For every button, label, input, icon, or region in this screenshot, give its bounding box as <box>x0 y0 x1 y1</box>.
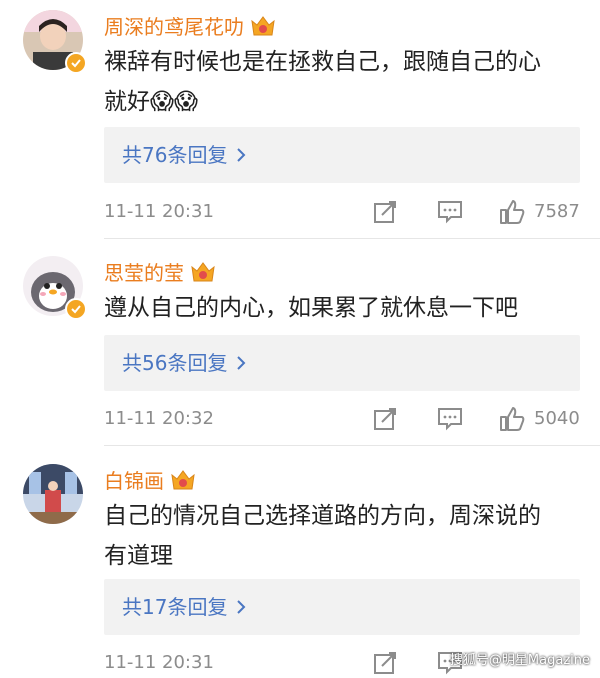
share-icon[interactable] <box>372 650 398 676</box>
comment-meta-1: 11-11 20:31 7587 <box>104 197 584 227</box>
comment-meta-2: 11-11 20:32 5040 <box>104 404 584 434</box>
comment-text-line: 就好😱😱 <box>104 89 198 115</box>
comment-text-line: 自己的情况自己选择道路的方向，周深说的 <box>104 503 541 529</box>
chevron-right-icon <box>237 356 246 370</box>
reply-count-label[interactable]: 共76条回复 <box>122 127 227 183</box>
divider <box>104 238 600 239</box>
username-2[interactable]: 思莹的莹 <box>104 257 216 286</box>
verified-badge-icon <box>65 52 87 74</box>
reply-box-1[interactable]: 共76条回复 <box>104 127 580 183</box>
reply-count-label[interactable]: 共56条回复 <box>122 335 227 391</box>
divider <box>104 445 600 446</box>
comment-text-1: 裸辞有时候也是在拯救自己，跟随自己的心 就好😱😱 <box>104 42 584 122</box>
view-replies-link[interactable]: 共56条回复 <box>122 335 247 391</box>
verified-badge-icon <box>65 298 87 320</box>
share-icon[interactable] <box>372 199 398 225</box>
avatar-image <box>23 464 83 524</box>
view-replies-link[interactable]: 共17条回复 <box>122 579 247 635</box>
view-replies-link[interactable]: 共76条回复 <box>122 127 247 183</box>
chevron-right-icon <box>237 600 246 614</box>
like-icon[interactable] <box>499 406 525 432</box>
crown-badge-icon <box>171 469 195 489</box>
comment-text-3: 自己的情况自己选择道路的方向，周深说的 有道理 <box>104 496 584 576</box>
comment-text-line: 裸辞有时候也是在拯救自己，跟随自己的心 <box>104 49 541 75</box>
crown-badge-icon <box>191 261 215 281</box>
avatar-1[interactable] <box>23 10 87 74</box>
comment-icon[interactable] <box>437 406 463 432</box>
timestamp: 11-11 20:32 <box>104 408 214 429</box>
avatar-2[interactable] <box>23 256 87 320</box>
comment-text-line: 遵从自己的内心，如果累了就休息一下吧 <box>104 295 518 321</box>
comment-icon[interactable] <box>437 199 463 225</box>
like-count: 5040 <box>534 408 580 429</box>
username-text[interactable]: 周深的鸢尾花叻 <box>104 11 244 40</box>
username-text[interactable]: 白锦画 <box>104 465 164 494</box>
reply-box-3[interactable]: 共17条回复 <box>104 579 580 635</box>
avatar-3[interactable] <box>23 464 83 524</box>
reply-box-2[interactable]: 共56条回复 <box>104 335 580 391</box>
timestamp: 11-11 20:31 <box>104 652 214 673</box>
like-icon[interactable] <box>499 199 525 225</box>
username-1[interactable]: 周深的鸢尾花叻 <box>104 11 276 40</box>
share-icon[interactable] <box>372 406 398 432</box>
comment-text-2: 遵从自己的内心，如果累了就休息一下吧 <box>104 288 584 328</box>
username-3[interactable]: 白锦画 <box>104 465 196 494</box>
comment-text-line: 有道理 <box>104 543 173 569</box>
watermark: 搜狐号@明星Magazine <box>449 653 590 668</box>
crown-badge-icon <box>251 15 275 35</box>
like-count: 7587 <box>534 201 580 222</box>
reply-count-label[interactable]: 共17条回复 <box>122 579 227 635</box>
username-text[interactable]: 思莹的莹 <box>104 257 184 286</box>
chevron-right-icon <box>237 148 246 162</box>
timestamp: 11-11 20:31 <box>104 201 214 222</box>
